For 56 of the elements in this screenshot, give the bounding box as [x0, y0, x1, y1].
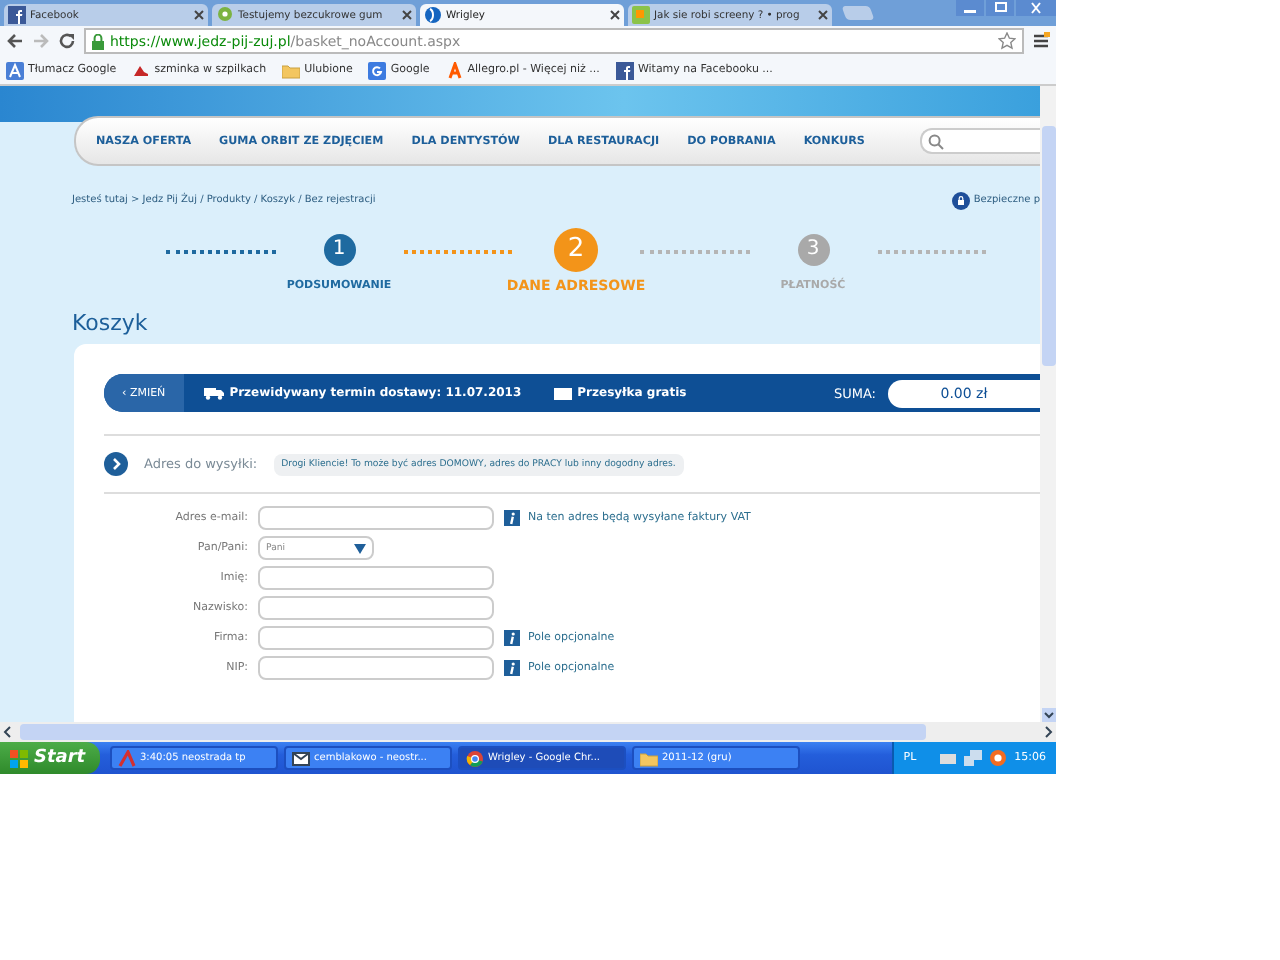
step-number: 2	[554, 228, 598, 272]
g-letter-icon	[368, 61, 387, 79]
step-number: 3	[797, 234, 829, 266]
padlock-icon	[92, 33, 104, 49]
truck-icon	[203, 386, 224, 400]
input-field[interactable]	[258, 596, 494, 620]
package-icon	[553, 387, 572, 399]
forum-icon	[632, 6, 650, 24]
info-icon	[504, 510, 520, 526]
reload-icon[interactable]	[58, 32, 76, 50]
facebook-f-icon	[615, 61, 634, 79]
close-icon[interactable]	[402, 10, 412, 20]
envelope-icon	[292, 749, 310, 767]
menu-icon[interactable]	[1032, 32, 1050, 50]
back-arrow-icon[interactable]	[6, 32, 24, 50]
scroll-down-icon[interactable]	[1041, 708, 1055, 722]
close-icon[interactable]	[194, 10, 204, 20]
padlock-icon	[951, 191, 970, 209]
dialer-icon	[118, 749, 136, 767]
restore-icon[interactable]	[986, 0, 1014, 16]
info-icon	[504, 660, 520, 676]
chevron-circle-icon	[104, 452, 128, 476]
step-number: 1	[323, 234, 355, 266]
vertical-scrollbar[interactable]	[1040, 86, 1056, 722]
chrome-icon	[466, 749, 484, 767]
input-field[interactable]	[258, 626, 494, 650]
input-field[interactable]	[258, 656, 494, 680]
horizontal-scrollbar[interactable]	[0, 722, 1056, 742]
close-icon[interactable]	[818, 10, 828, 20]
shield-icon[interactable]	[990, 750, 1007, 766]
progress-line	[640, 250, 749, 254]
map-pin-icon	[216, 6, 234, 24]
search-field[interactable]	[920, 128, 1040, 154]
progress-line	[403, 250, 512, 254]
star-icon[interactable]	[998, 32, 1016, 50]
shoe-icon	[132, 61, 151, 79]
windows-flag-icon	[10, 749, 28, 767]
network-icon[interactable]	[964, 750, 983, 766]
page-heading: Koszyk	[72, 310, 150, 336]
progress-line	[877, 250, 986, 254]
start-button[interactable]: Start	[0, 742, 100, 774]
search-icon	[928, 133, 944, 149]
folder-icon	[640, 749, 658, 767]
input-field[interactable]	[258, 506, 494, 530]
translate-icon	[6, 61, 24, 79]
scroll-left-icon[interactable]	[0, 724, 16, 740]
scroll-right-icon[interactable]	[1040, 724, 1056, 740]
folder-icon	[282, 61, 301, 79]
info-icon	[504, 630, 520, 646]
caret-icon	[354, 543, 366, 553]
close-icon[interactable]	[610, 10, 620, 20]
a-letter-icon	[445, 61, 464, 79]
keyboard-icon[interactable]	[940, 753, 957, 763]
input-field[interactable]	[258, 566, 494, 590]
forward-arrow-icon[interactable]	[32, 32, 50, 50]
progress-line	[166, 250, 275, 254]
